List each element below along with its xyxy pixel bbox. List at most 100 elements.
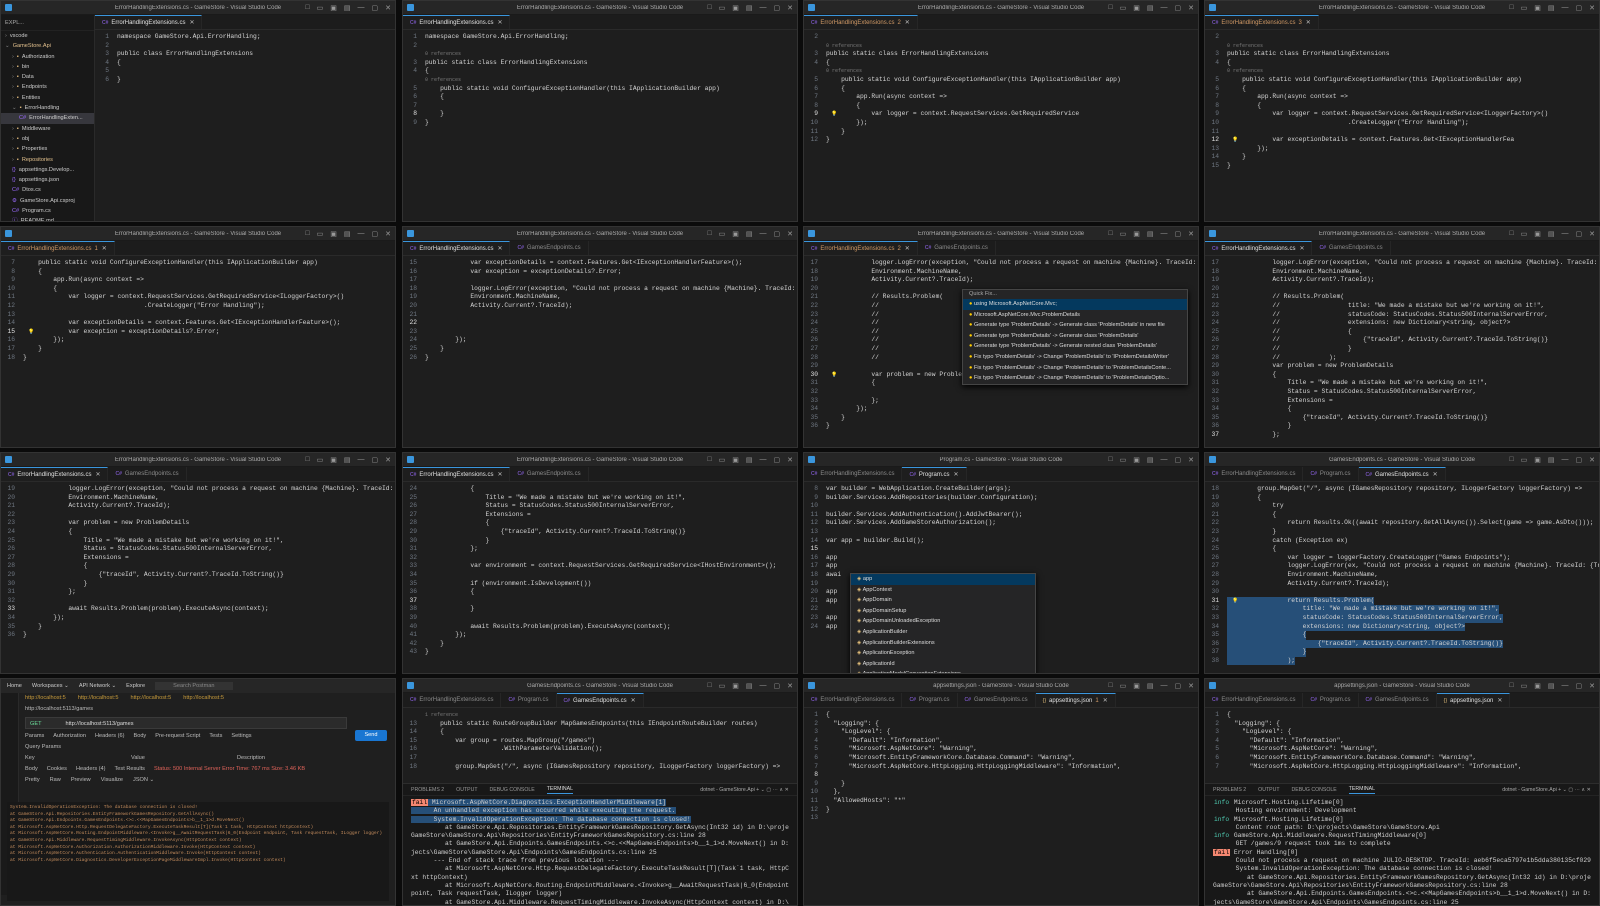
editor-tab[interactable]: C# ErrorHandlingExtensions.cs ✕	[403, 241, 511, 255]
codelens-reference[interactable]: 0 references	[804, 42, 1198, 51]
code-editor[interactable]: 1 namespace GameStore.Api.ErrorHandling; 2…	[95, 30, 395, 85]
terminal-output[interactable]: fail Microsoft.AspNetCore.Diagnostics.Ex…	[403, 796, 797, 905]
window-control-icon[interactable]: ▤	[1147, 230, 1154, 238]
request-tab[interactable]: http://localhost:5	[183, 695, 224, 701]
code-editor[interactable]: 1{2 "Logging": {3 "LogLevel": {4 "Defaul…	[804, 708, 1198, 823]
option-tab[interactable]: Settings	[231, 733, 251, 739]
close-icon[interactable]: ✕	[954, 471, 959, 478]
window-control-icon[interactable]: ✕	[787, 456, 793, 464]
window-control-icon[interactable]: ✕	[1589, 230, 1595, 238]
window-control-icon[interactable]: ▭	[719, 230, 726, 238]
menu-item[interactable]: ◈ AppDomainSetup	[851, 606, 1035, 617]
codelens-reference[interactable]: 0 references	[403, 50, 797, 59]
option-tab[interactable]: Tests	[209, 733, 222, 739]
window-control-icon[interactable]: ✕	[1589, 456, 1595, 464]
nav-item[interactable]: Explore	[126, 683, 145, 689]
window-control-icon[interactable]: ▭	[317, 456, 324, 464]
window-control-icon[interactable]: ✕	[385, 4, 391, 12]
lightbulb-icon[interactable]: 💡	[831, 110, 837, 119]
code-editor[interactable]: 24 {25 Title = "We made a mistake but we…	[403, 482, 797, 657]
response-tab[interactable]: Cookies	[47, 766, 67, 772]
explorer-item[interactable]: C# Dtos.cs	[1, 185, 94, 195]
explorer-item[interactable]: › ▪ Authorization	[1, 52, 94, 62]
code-editor[interactable]: 7 public static void ConfigureExceptionH…	[1, 256, 395, 362]
window-control-icon[interactable]: —	[1562, 230, 1569, 238]
window-control-icon[interactable]: ▣	[732, 4, 739, 12]
response-body[interactable]: System.InvalidOperationException: The da…	[7, 802, 389, 901]
editor-tab[interactable]: C# ErrorHandlingExtensions.cs	[804, 467, 903, 481]
window-control-icon[interactable]: ▭	[1120, 4, 1127, 12]
nav-item[interactable]: API Network ⌄	[79, 683, 116, 689]
close-icon[interactable]: ✕	[189, 19, 194, 26]
method-select[interactable]: GET	[30, 721, 42, 727]
editor-tab[interactable]: C# ErrorHandlingExtensions.cs ✕	[403, 15, 511, 29]
window-control-icon[interactable]: ▢	[372, 456, 379, 464]
window-control-icon[interactable]: ▢	[1175, 456, 1182, 464]
window-control-icon[interactable]: ▤	[1147, 456, 1154, 464]
window-control-icon[interactable]: ✕	[787, 4, 793, 12]
window-control-icon[interactable]: —	[358, 456, 365, 464]
window-control-icon[interactable]: ▭	[317, 4, 324, 12]
window-control-icon[interactable]: ✕	[1188, 230, 1194, 238]
code-editor[interactable]: 2 0 references 3 public static class ErrorH…	[804, 30, 1198, 145]
window-control-icon[interactable]: ▭	[1120, 456, 1127, 464]
editor-tab[interactable]: C# GamesEndpoints.cs ✕	[556, 693, 644, 707]
editor-tab[interactable]: C# ErrorHandlingExtensions.cs 1 ✕	[1, 241, 115, 255]
window-control-icon[interactable]: □	[305, 456, 309, 464]
window-control-icon[interactable]: —	[358, 4, 365, 12]
explorer-item[interactable]: ⚙ GameStore.Api.csproj	[1, 196, 94, 206]
editor-tab[interactable]: C# ErrorHandlingExtensions.cs 2 ✕	[804, 241, 918, 255]
menu-item[interactable]: ◈ ApplicationBuilderExtensions	[851, 638, 1035, 649]
close-icon[interactable]: ✕	[1433, 471, 1438, 478]
window-control-icon[interactable]: ▭	[1521, 230, 1528, 238]
window-control-icon[interactable]: ▣	[1534, 230, 1541, 238]
search-input[interactable]: Search Postman	[155, 682, 233, 690]
menu-item[interactable]: ◈ ApplicationId	[851, 659, 1035, 670]
codelens-reference[interactable]: 1 reference	[403, 711, 797, 720]
code-editor[interactable]: 1 namespace GameStore.Api.ErrorHandling; 2…	[403, 30, 797, 128]
menu-item[interactable]: ◈ ApplicationException	[851, 648, 1035, 659]
option-tab[interactable]: Params	[25, 733, 44, 739]
window-control-icon[interactable]: ▢	[372, 4, 379, 12]
close-icon[interactable]: ✕	[1103, 697, 1108, 704]
close-icon[interactable]: ✕	[1497, 697, 1502, 704]
editor-tab[interactable]: {} appsettings.json 1 ✕	[1035, 693, 1116, 707]
window-control-icon[interactable]: ✕	[1188, 456, 1194, 464]
menu-item[interactable]: ● Fix typo 'ProblemDetails' -> Change 'P…	[963, 352, 1187, 363]
terminal-output[interactable]: info Microsoft.Hosting.Lifetime[0] Hosti…	[1205, 796, 1599, 905]
window-control-icon[interactable]: ▢	[1576, 456, 1583, 464]
window-control-icon[interactable]: —	[760, 682, 767, 690]
nav-item[interactable]: Workspaces ⌄	[32, 683, 69, 689]
window-control-icon[interactable]: ▭	[719, 4, 726, 12]
close-icon[interactable]: ✕	[905, 245, 910, 252]
window-control-icon[interactable]: ▤	[1548, 682, 1555, 690]
menu-item[interactable]: ◈ ApplicationBuilder	[851, 627, 1035, 638]
code-editor[interactable]: 2 0 references 3 public static class ErrorH…	[1205, 30, 1599, 171]
lightbulb-icon[interactable]: 💡	[1232, 136, 1238, 145]
editor-tab[interactable]: C# GamesEndpoints.cs	[1312, 241, 1391, 255]
request-tab[interactable]: http://localhost:5	[78, 695, 119, 701]
window-control-icon[interactable]: ▣	[330, 4, 337, 12]
lightbulb-icon[interactable]: 💡	[831, 371, 837, 380]
window-control-icon[interactable]: □	[1108, 4, 1112, 12]
close-icon[interactable]: ✕	[102, 245, 107, 252]
editor-tab[interactable]: C# GamesEndpoints.cs	[108, 467, 187, 481]
codelens-reference[interactable]: 0 references	[403, 76, 797, 85]
close-icon[interactable]: ✕	[497, 245, 502, 252]
request-tab[interactable]: http://localhost:5	[131, 695, 172, 701]
code-editor[interactable]: 1 reference 13 public static RouteGroupBu…	[403, 708, 797, 771]
window-control-icon[interactable]: ▭	[1120, 682, 1127, 690]
window-control-icon[interactable]: □	[707, 456, 711, 464]
window-control-icon[interactable]: ▢	[1576, 230, 1583, 238]
window-control-icon[interactable]: □	[1509, 682, 1513, 690]
view-tab[interactable]: Preview	[71, 777, 91, 783]
editor-tab[interactable]: C# ErrorHandlingExtensions.cs ✕	[1, 467, 109, 481]
window-control-icon[interactable]: ▤	[344, 4, 351, 12]
option-tab[interactable]: Body	[133, 733, 146, 739]
codelens-reference[interactable]: 0 references	[1205, 67, 1599, 76]
explorer-item[interactable]: ⌄ GameStore.Api	[1, 41, 94, 51]
menu-item[interactable]: ◈ AppDomainUnloadedException	[851, 616, 1035, 627]
window-control-icon[interactable]: ▢	[1576, 4, 1583, 12]
editor-tab[interactable]: C# GamesEndpoints.cs	[958, 693, 1036, 707]
close-icon[interactable]: ✕	[631, 697, 636, 704]
